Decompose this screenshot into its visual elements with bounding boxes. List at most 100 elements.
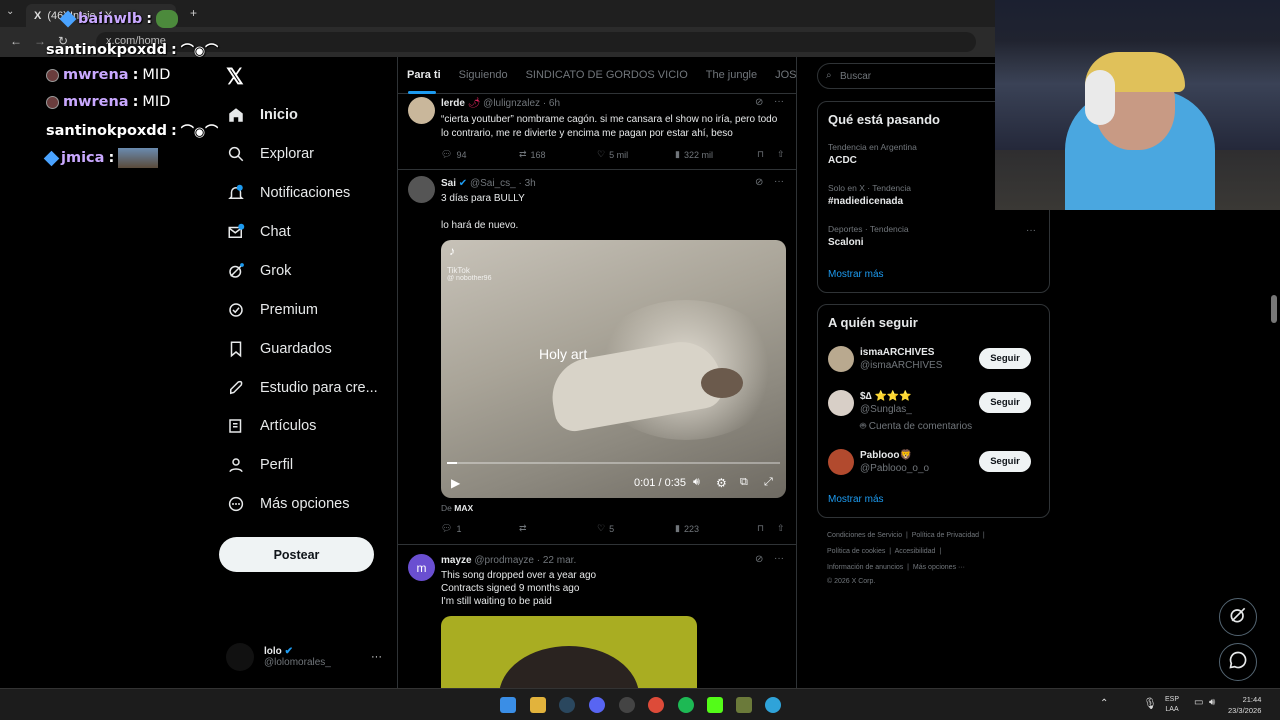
follow-suggestion[interactable]: ismaARCHIVES @ismaARCHIVES Seguir xyxy=(828,345,1041,377)
tweet-time[interactable]: · 22 mar. xyxy=(537,555,576,566)
back-icon[interactable]: ← xyxy=(10,34,22,48)
tweet[interactable]: lerde 🌶 @lulignzalez · 6h ⊘ ··· “cierta … xyxy=(398,94,796,170)
trend-item[interactable]: Solo en X · Tendencia #nadiedicenada xyxy=(828,183,911,207)
tweet-handle[interactable]: @Sai_cs_ xyxy=(470,178,516,189)
tab-list-button[interactable]: ⌄ xyxy=(6,6,14,17)
settings-icon[interactable]: ⚙ xyxy=(716,476,727,490)
tab-the-jungle[interactable]: The jungle xyxy=(697,69,766,81)
sidebar-item-guardados[interactable]: Guardados xyxy=(226,335,332,363)
follow-suggestion[interactable]: Pablooo🦁 @Pablooo_o_o Seguir xyxy=(828,448,1041,480)
trend-more-icon[interactable]: ··· xyxy=(1026,225,1036,236)
start-icon[interactable] xyxy=(500,697,516,713)
tweet[interactable]: Sai ✔ @Sai_cs_ · 3h ⊘ ··· 3 días para BU… xyxy=(398,170,796,545)
tweet-handle[interactable]: @prodmayze xyxy=(474,555,534,566)
follow-button[interactable]: Seguir xyxy=(979,451,1031,472)
tweet-time[interactable]: · 6h xyxy=(543,98,560,109)
sidebar-item-notificaciones[interactable]: Notificaciones xyxy=(226,179,350,207)
account-switcher[interactable]: lolo ✔ @lolomorales_ xyxy=(226,643,331,671)
reply-button[interactable]: 💬︎ 1 xyxy=(441,523,519,534)
follow-button[interactable]: Seguir xyxy=(979,348,1031,369)
reply-button[interactable]: 💬︎ 94 xyxy=(441,149,519,160)
search-input[interactable]: ⌕ Buscar xyxy=(817,63,1017,89)
footer-link[interactable]: Accesibilidad xyxy=(895,548,936,555)
account-more-icon[interactable]: ··· xyxy=(371,651,382,663)
app-icon[interactable] xyxy=(736,697,752,713)
chat-fab-button[interactable] xyxy=(1219,643,1257,681)
trend-item[interactable]: Deportes · Tendencia Scaloni xyxy=(828,224,909,248)
show-more-trends-link[interactable]: Mostrar más xyxy=(828,269,884,280)
tweet-handle[interactable]: @lulignzalez xyxy=(483,98,540,109)
grok-fab-button[interactable] xyxy=(1219,598,1257,636)
chrome-icon[interactable] xyxy=(648,697,664,713)
show-more-follow-link[interactable]: Mostrar más xyxy=(828,494,884,505)
spotify-icon[interactable] xyxy=(678,697,694,713)
tweet-more-icon[interactable]: ··· xyxy=(774,176,784,187)
footer-link[interactable]: Política de Privacidad xyxy=(912,532,979,539)
sidebar-item-explorar[interactable]: Explorar xyxy=(226,140,314,168)
source-name[interactable]: MAX xyxy=(454,503,473,513)
like-button[interactable]: ♡ 5 mil xyxy=(597,149,675,160)
trend-item[interactable]: Tendencia en Argentina ACDC xyxy=(828,142,917,166)
bookmark-icon[interactable]: ⊓ xyxy=(757,149,777,160)
views-button[interactable]: ▮ 322 mil xyxy=(675,149,757,160)
grok-tweet-icon[interactable]: ⊘ xyxy=(755,177,763,188)
follow-suggestion[interactable]: $∆ ⭐⭐⭐ @Sunglas_ 🤖︎ Cuenta de comentario… xyxy=(828,389,1041,435)
sidebar-item-inicio[interactable]: Inicio xyxy=(226,101,298,129)
views-button[interactable]: ▮ 223 xyxy=(675,523,757,534)
pip-icon[interactable]: ⧉ xyxy=(740,476,748,489)
tweet[interactable]: m mayze @prodmayze · 22 mar. ⊘ ··· This … xyxy=(398,545,796,688)
page-scrollbar[interactable] xyxy=(1271,295,1277,323)
sidebar-item-chat[interactable]: Chat xyxy=(226,218,291,246)
tweet-image[interactable] xyxy=(441,616,697,688)
discord-icon[interactable] xyxy=(589,697,605,713)
tweet-author[interactable]: Sai xyxy=(441,178,456,189)
grok-tweet-icon[interactable]: ⊘ xyxy=(755,554,763,565)
footer-link[interactable]: Más opciones ··· xyxy=(913,564,965,571)
tab-siguiendo[interactable]: Siguiendo xyxy=(450,69,517,81)
file-explorer-icon[interactable] xyxy=(530,697,546,713)
sidebar-item-perfil[interactable]: Perfil xyxy=(226,451,293,479)
avatar[interactable]: m xyxy=(408,554,435,581)
clock[interactable]: 21:44 23/3/2026 xyxy=(1228,694,1261,716)
app-c-icon[interactable] xyxy=(765,697,781,713)
tweet-author[interactable]: lerde xyxy=(441,98,465,109)
share-icon[interactable]: ⇧ xyxy=(777,149,785,160)
repost-button[interactable]: ⇄ xyxy=(519,523,597,534)
avatar[interactable] xyxy=(408,176,435,203)
footer-link[interactable]: Política de cookies xyxy=(827,548,885,555)
steam-icon[interactable] xyxy=(559,697,575,713)
grok-tweet-icon[interactable]: ⊘ xyxy=(755,97,763,108)
address-bar[interactable]: x.com/home xyxy=(96,32,976,52)
fullscreen-icon[interactable]: ⤢ xyxy=(764,476,773,489)
x-logo-icon[interactable]: 𝕏 xyxy=(226,64,244,90)
video-progress-track[interactable] xyxy=(447,462,780,464)
microphone-icon[interactable]: 🎙︎ xyxy=(1143,697,1157,710)
obs-icon[interactable] xyxy=(619,697,635,713)
footer-link[interactable]: Información de anuncios xyxy=(827,564,903,571)
sidebar-item-mas-opciones[interactable]: Más opciones xyxy=(226,490,349,518)
tab-sindicato[interactable]: SINDICATO DE GORDOS VICIO xyxy=(517,69,697,81)
tab-joseo[interactable]: JOSEO xyxy=(766,69,796,81)
tweet-more-icon[interactable]: ··· xyxy=(774,96,784,107)
tweet-more-icon[interactable]: ··· xyxy=(774,553,784,564)
kick-icon[interactable] xyxy=(707,697,723,713)
tab-para-ti[interactable]: Para ti xyxy=(398,69,450,81)
tweet-author[interactable]: mayze xyxy=(441,555,472,566)
sidebar-item-articulos[interactable]: Artículos xyxy=(226,412,316,440)
like-button[interactable]: ♡ 5 xyxy=(597,523,675,534)
tweet-time[interactable]: · 3h xyxy=(518,178,535,189)
share-icon[interactable]: ⇧ xyxy=(777,523,785,534)
new-tab-button[interactable]: + xyxy=(190,6,197,20)
play-icon[interactable]: ▶ xyxy=(451,476,460,490)
bookmark-icon[interactable]: ⊓ xyxy=(757,523,777,534)
tray-chevron-icon[interactable]: ⌃ xyxy=(1100,698,1108,709)
follow-button[interactable]: Seguir xyxy=(979,392,1031,413)
network-icon[interactable]: ▭ xyxy=(1194,697,1203,708)
footer-link[interactable]: Condiciones de Servicio xyxy=(827,532,902,539)
language-indicator[interactable]: ESP LAA xyxy=(1165,695,1179,715)
video-player[interactable]: ♪ TikTok @ nobother96 Holy art ▶ 0:01 / … xyxy=(441,240,786,498)
sidebar-item-premium[interactable]: Premium xyxy=(226,296,318,324)
volume-icon[interactable]: 🔊︎ xyxy=(693,476,700,489)
repost-button[interactable]: ⇄ 168 xyxy=(519,149,597,160)
sidebar-item-estudio[interactable]: Estudio para cre... xyxy=(226,374,378,402)
